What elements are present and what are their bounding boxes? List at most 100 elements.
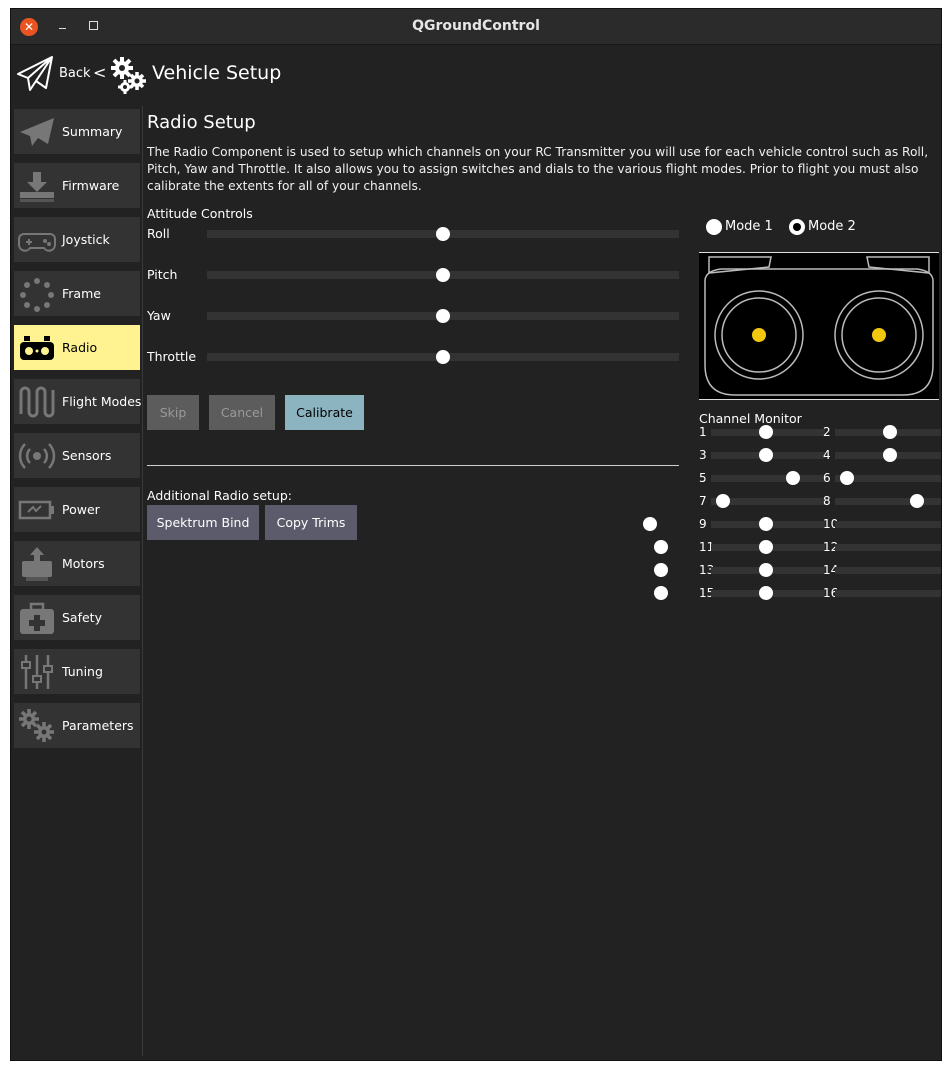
mode-2-label: Mode 2 [808, 219, 856, 234]
sidebar-item-label: Flight Modes [62, 394, 142, 409]
sensors-icon [18, 443, 56, 469]
title-bar: ✕ QGroundControl [11, 9, 941, 45]
sidebar-item-frame[interactable]: Frame [14, 271, 140, 316]
sidebar-item-label: Radio [62, 340, 98, 355]
channel-value-handle [715, 494, 730, 508]
motors-icon [22, 547, 52, 581]
calibrate-button[interactable]: Calibrate [285, 395, 364, 430]
paper-plane-icon [20, 118, 54, 146]
channel-monitor-label: Channel Monitor [699, 411, 802, 426]
sidebar-item-label: Power [62, 502, 100, 517]
sidebar-item-joystick[interactable]: Joystick [14, 217, 140, 262]
right-stick-dot [872, 328, 886, 342]
gamepad-icon [18, 233, 56, 252]
copy-trims-button[interactable]: Copy Trims [265, 505, 357, 540]
channel-value-handle [839, 471, 854, 485]
channel-value-handle [883, 425, 897, 439]
aux-switch-handle [654, 586, 668, 600]
pitch-slider-handle [436, 268, 450, 282]
section-title: Radio Setup [147, 112, 256, 133]
attitude-row-roll: Roll [147, 226, 682, 246]
attitude-row-pitch: Pitch [147, 267, 682, 287]
sidebar-item-label: Joystick [62, 232, 110, 247]
sidebar-item-flight-modes[interactable]: Flight Modes [14, 379, 142, 424]
radio-indicator [706, 219, 722, 235]
spektrum-bind-button[interactable]: Spektrum Bind [147, 505, 259, 540]
transmitter-illustration [699, 252, 939, 400]
sidebar-item-label: Sensors [62, 448, 112, 463]
channel-track [835, 498, 941, 505]
app-window: ✕ QGroundControl Back < Vehicle Setup Su… [10, 8, 942, 1061]
radio-indicator [789, 219, 805, 235]
aux-switch-handle [643, 517, 657, 531]
aux-switch-handle [654, 563, 668, 577]
sidebar-item-label: Frame [62, 286, 101, 301]
sidebar-item-motors[interactable]: Motors [14, 541, 140, 586]
download-icon [20, 172, 54, 202]
section-description: The Radio Component is used to setup whi… [147, 145, 929, 193]
channel-value-handle [910, 494, 924, 508]
window-title: QGroundControl [412, 18, 540, 34]
radio-setup-panel: Radio Setup The Radio Component is used … [147, 106, 943, 1056]
sliders-icon [21, 655, 53, 689]
sidebar-item-firmware[interactable]: Firmware [14, 163, 140, 208]
attitude-label-pitch: Pitch [147, 267, 178, 282]
sidebar-item-label: Tuning [62, 664, 103, 679]
attitude-controls-label: Attitude Controls [147, 206, 253, 221]
attitude-label-throttle: Throttle [147, 349, 197, 364]
channel-value-handle [759, 448, 773, 462]
attitude-row-throttle: Throttle [147, 349, 682, 369]
sidebar: Summary Firmware Joystick Frame Radio Fl… [11, 106, 143, 1056]
skip-button[interactable]: Skip [147, 395, 199, 430]
page-title: Vehicle Setup [152, 62, 282, 84]
sidebar-item-power[interactable]: Power [14, 487, 140, 532]
sidebar-item-label: Parameters [62, 718, 134, 733]
channel-value-handle [759, 540, 773, 554]
channel-track [835, 567, 941, 574]
sidebar-item-radio[interactable]: Radio [14, 325, 140, 370]
channel-track [835, 590, 941, 597]
sidebar-item-safety[interactable]: Safety [14, 595, 140, 640]
cancel-button[interactable]: Cancel [209, 395, 275, 430]
left-stick-dot [752, 328, 766, 342]
first-aid-kit-icon [20, 602, 54, 634]
mode-1-label: Mode 1 [725, 219, 773, 234]
paper-plane-icon[interactable] [16, 54, 54, 94]
sidebar-item-parameters[interactable]: Parameters [14, 703, 140, 748]
channel-track [711, 475, 825, 482]
flight-modes-icon [19, 386, 55, 418]
throttle-slider-handle [436, 350, 450, 364]
channel-track [835, 544, 941, 551]
transmitter-illustration-graphic [704, 256, 934, 396]
frame-dots-icon [20, 278, 54, 312]
sidebar-item-label: Firmware [62, 178, 120, 193]
aux-switch-handle [654, 540, 668, 554]
sidebar-item-sensors[interactable]: Sensors [14, 433, 140, 478]
toolbar: Back < Vehicle Setup [11, 46, 941, 106]
sidebar-item-label: Motors [62, 556, 105, 571]
sidebar-item-tuning[interactable]: Tuning [14, 649, 140, 694]
channel-value-handle [786, 471, 800, 485]
channel-value-handle [759, 425, 773, 439]
attitude-label-roll: Roll [147, 226, 170, 241]
divider [147, 465, 679, 466]
battery-icon [18, 500, 54, 520]
channel-track [835, 521, 941, 528]
yaw-slider-handle [436, 309, 450, 323]
back-button[interactable]: Back [59, 66, 91, 81]
breadcrumb-separator: < [93, 63, 107, 82]
channel-value-handle [883, 448, 897, 462]
channel-value-handle [759, 517, 773, 531]
gears-icon [19, 709, 54, 742]
channel-value-handle [759, 563, 773, 577]
roll-slider-handle [436, 227, 450, 241]
gears-icon [111, 57, 146, 94]
additional-setup-label: Additional Radio setup: [147, 488, 292, 503]
attitude-label-yaw: Yaw [147, 308, 171, 323]
radio-transmitter-icon [20, 336, 54, 360]
channel-value-handle [759, 586, 773, 600]
attitude-row-yaw: Yaw [147, 308, 682, 328]
sidebar-item-label: Summary [62, 124, 123, 139]
sidebar-item-label: Safety [62, 610, 102, 625]
sidebar-item-summary[interactable]: Summary [14, 109, 140, 154]
